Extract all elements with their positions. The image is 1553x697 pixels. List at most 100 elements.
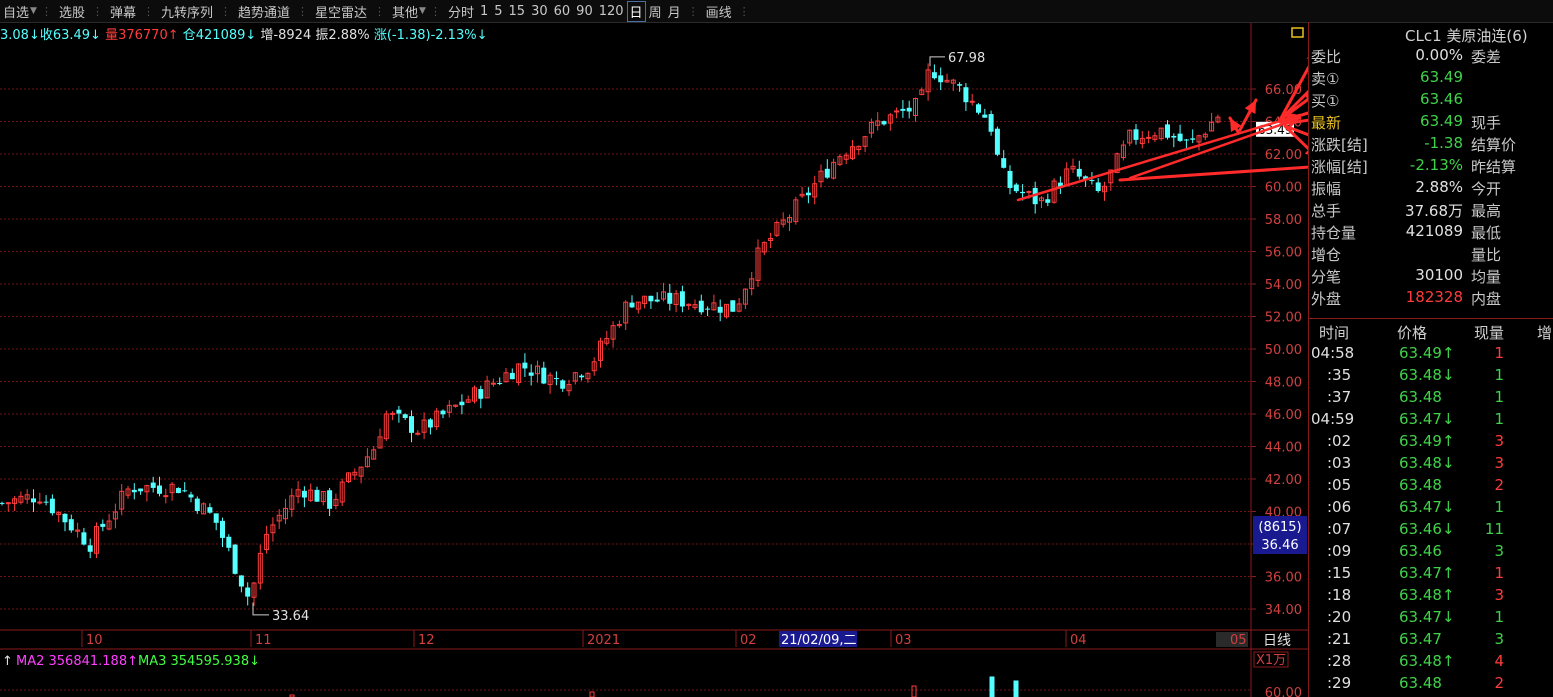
period-tab-8[interactable]: 日	[626, 0, 646, 22]
period-tab-6[interactable]: 90	[573, 4, 596, 19]
ma1-tail: ↑	[2, 654, 13, 669]
toolbar-item-0[interactable]: 自选	[0, 2, 32, 21]
quote-row: 持仓量 421089 最低	[1311, 222, 1551, 244]
tick-row: :21 63.47 3	[1309, 630, 1553, 652]
toolbar-item-2[interactable]: 弹幕	[107, 2, 139, 21]
quote-label-secondary: 最低	[1471, 224, 1502, 242]
candle-body	[1026, 190, 1032, 193]
candle-body	[1183, 139, 1189, 141]
tick-time: :28	[1327, 652, 1352, 670]
volume-bar	[989, 676, 995, 697]
x-tick-label: 12	[418, 633, 435, 648]
candle-body	[679, 291, 685, 307]
candle-body	[390, 412, 396, 415]
ma3-label: MA3 354595.938↓	[138, 654, 260, 669]
volume-bar	[589, 691, 595, 697]
period-tab-10[interactable]: 月	[665, 2, 684, 21]
quote-label-secondary: 内盘	[1471, 290, 1502, 308]
y-tick-label: 42.00	[1265, 473, 1302, 488]
toolbar-separator: ⋮	[40, 4, 52, 18]
kline-chart[interactable]: 66.0064.0062.0060.0058.0056.0054.0052.00…	[0, 0, 1308, 697]
info-close: 收63.49↓	[39, 28, 101, 43]
tick-row: :37 63.48 1	[1309, 388, 1553, 410]
toolbar-item-3[interactable]: 九转序列	[158, 2, 216, 21]
candle-body	[175, 488, 181, 494]
candles	[0, 63, 1221, 607]
x-tick-label: 04	[1070, 633, 1087, 648]
candle-body	[509, 372, 515, 380]
period-tab-1[interactable]: 1	[477, 4, 491, 19]
candle-body	[497, 383, 503, 385]
tick-qty: 1	[1494, 388, 1504, 406]
toolbar-separator: ⋮	[91, 4, 103, 18]
panel-toggle-icon[interactable]	[1291, 27, 1304, 38]
quote-label-secondary: 最高	[1471, 202, 1502, 220]
period-tab-3[interactable]: 15	[506, 4, 529, 19]
candle-body	[100, 523, 106, 527]
candle-body	[409, 416, 414, 433]
quote-value: 37.68万	[1405, 202, 1463, 220]
candle-body	[1089, 180, 1095, 182]
chevron-down-icon[interactable]: ▼	[30, 6, 37, 16]
candle-body	[1013, 184, 1019, 192]
candle-body	[881, 121, 887, 125]
chevron-down-icon[interactable]: ▼	[419, 6, 426, 16]
candle-body	[963, 87, 969, 103]
toolbar-item-5[interactable]: 星空雷达	[312, 2, 370, 21]
tick-qty: 1	[1494, 344, 1504, 362]
tick-price: 63.48↓	[1399, 366, 1455, 384]
candle-body	[976, 104, 981, 113]
candle-body	[1007, 170, 1013, 188]
candle-body	[427, 419, 433, 428]
tick-time: :21	[1327, 630, 1352, 648]
candle-body	[68, 519, 74, 531]
tick-price: 63.47↑	[1399, 564, 1455, 582]
quote-value: 63.49	[1420, 112, 1463, 130]
tick-price: 63.47↓	[1399, 498, 1455, 516]
quote-label-secondary: 昨结算	[1471, 158, 1517, 176]
quote-row: 总手 37.68万 最高	[1311, 200, 1551, 222]
tick-time: :09	[1327, 542, 1352, 560]
tick-time: :20	[1327, 608, 1352, 626]
candle-body	[150, 482, 156, 488]
tick-row: :20 63.47↓ 1	[1309, 608, 1553, 630]
toolbar-item-6[interactable]: 其他	[389, 2, 421, 21]
toolbar-item-1[interactable]: 选股	[56, 2, 88, 21]
period-tab-0[interactable]: 分时	[445, 2, 477, 21]
quote-label-secondary: 今开	[1471, 180, 1502, 198]
period-tab-4[interactable]: 30	[528, 4, 551, 19]
candle-body	[213, 513, 219, 523]
tick-time: :15	[1327, 564, 1352, 582]
tick-header-2: 现量	[1474, 324, 1505, 342]
quote-label-secondary: 委差	[1471, 48, 1502, 66]
quote-label-secondary: 结算价	[1471, 136, 1517, 154]
candle-body	[1045, 199, 1051, 203]
toolbar-item-4[interactable]: 趋势通道	[235, 2, 293, 21]
tick-row: :28 63.48↑ 4	[1309, 652, 1553, 674]
tick-row: :35 63.48↓ 1	[1309, 366, 1553, 388]
period-tab-7[interactable]: 120	[596, 4, 627, 19]
candle-body	[969, 100, 975, 103]
cursor-price-top: (8615)	[1258, 520, 1301, 535]
toolbar-separator: ⋮	[297, 4, 308, 18]
y-tick-label: 36.00	[1265, 571, 1302, 586]
draw-line-button[interactable]: 画线	[703, 2, 735, 21]
tick-time: :35	[1327, 366, 1352, 384]
tick-time: :37	[1327, 388, 1352, 406]
candle-body	[81, 532, 87, 545]
tick-row: :07 63.46↓ 11	[1309, 520, 1553, 542]
period-tab-5[interactable]: 60	[551, 4, 574, 19]
quote-label: 增仓	[1311, 246, 1342, 264]
tick-row: :02 63.49↑ 3	[1309, 432, 1553, 454]
candle-body	[131, 489, 137, 493]
candle-body	[994, 128, 1000, 155]
quote-row: 委比 0.00% 委差	[1311, 46, 1551, 68]
candle-body	[553, 378, 559, 380]
y-tick-label: 46.00	[1265, 408, 1302, 423]
info-volume: 量376770↑	[105, 28, 179, 43]
quote-row: 分笔 30100 均量	[1311, 266, 1551, 288]
period-tab-2[interactable]: 5	[491, 4, 505, 19]
tick-price: 63.48	[1399, 476, 1442, 494]
period-tab-9[interactable]: 周	[646, 2, 665, 21]
candle-body	[157, 485, 162, 494]
